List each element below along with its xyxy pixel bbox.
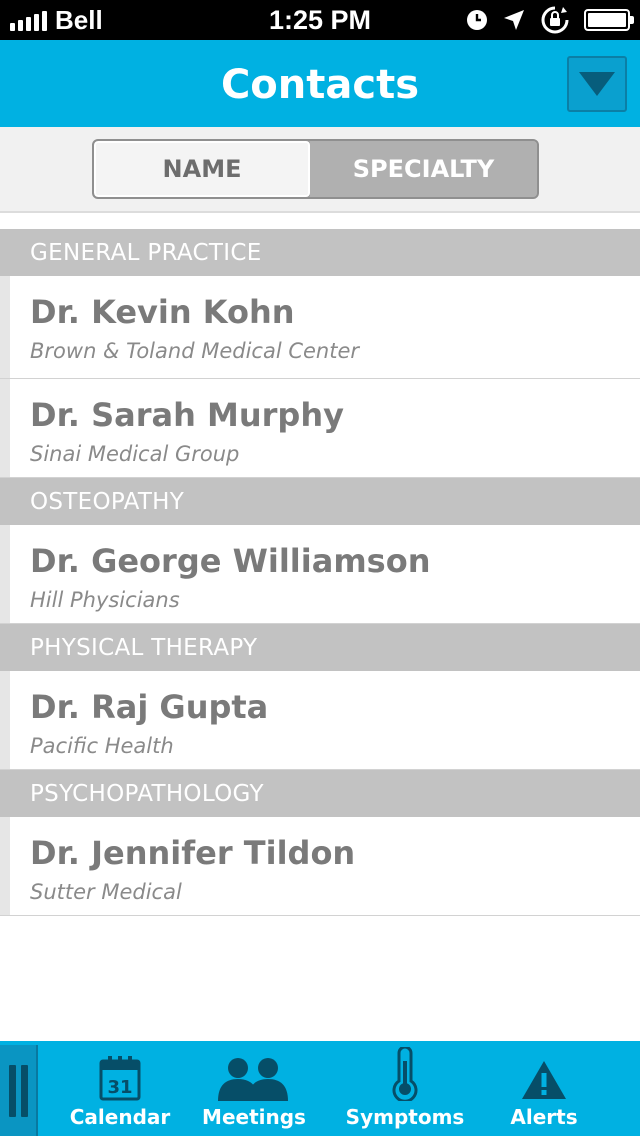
tab-bar: 31 Calendar Meetings Symptoms Alerts	[0, 1041, 640, 1136]
sort-segmented-control: NAME SPECIALTY	[92, 139, 539, 199]
clock-icon	[467, 10, 487, 30]
contact-name: Dr. Raj Gupta	[30, 688, 269, 726]
dropdown-triangle-icon	[579, 72, 615, 96]
tab-label: Meetings	[202, 1105, 306, 1129]
location-arrow-icon	[504, 10, 524, 30]
nav-bar: Contacts	[0, 40, 640, 127]
page-title: Contacts	[220, 62, 420, 108]
contact-row[interactable]: Dr. Kevin Kohn Brown & Toland Medical Ce…	[0, 276, 640, 379]
contact-row[interactable]: Dr. Sarah Murphy Sinai Medical Group	[0, 379, 640, 478]
contact-name: Dr. Kevin Kohn	[30, 293, 295, 331]
rotation-lock-icon	[541, 6, 569, 34]
tab-calendar[interactable]: 31 Calendar	[68, 1041, 172, 1136]
thermometer-icon	[392, 1047, 418, 1101]
contact-organization: Hill Physicians	[30, 588, 180, 612]
tab-alerts[interactable]: Alerts	[500, 1041, 588, 1136]
battery-icon	[584, 9, 634, 31]
section-header: OSTEOPATHY	[0, 478, 640, 525]
tab-symptoms[interactable]: Symptoms	[345, 1041, 465, 1136]
contact-organization: Pacific Health	[30, 734, 174, 758]
tab-label: Symptoms	[345, 1105, 465, 1129]
tab-label: Alerts	[510, 1105, 578, 1129]
warning-icon	[522, 1061, 566, 1099]
sort-toolbar: NAME SPECIALTY	[0, 127, 640, 213]
segment-name[interactable]: NAME	[94, 141, 310, 197]
status-right	[466, 0, 634, 40]
contact-organization: Sinai Medical Group	[30, 442, 240, 466]
contacts-list: GENERAL PRACTICE Dr. Kevin Kohn Brown & …	[0, 229, 640, 916]
segment-specialty[interactable]: SPECIALTY	[310, 141, 537, 197]
calendar-icon: 31	[99, 1056, 141, 1101]
contact-row[interactable]: Dr. Raj Gupta Pacific Health	[0, 671, 640, 770]
tab-label: Calendar	[69, 1105, 171, 1129]
contact-row[interactable]: Dr. George Williamson Hill Physicians	[0, 525, 640, 624]
contact-name: Dr. Jennifer Tildon	[30, 834, 356, 872]
section-header: GENERAL PRACTICE	[0, 229, 640, 276]
status-bar: Bell 1:25 PM	[0, 0, 640, 40]
drawer-handle[interactable]	[0, 1045, 38, 1136]
contact-organization: Sutter Medical	[30, 880, 182, 904]
calendar-icon-day: 31	[107, 1077, 132, 1098]
section-header: PSYCHOPATHOLOGY	[0, 770, 640, 817]
section-header: PHYSICAL THERAPY	[0, 624, 640, 671]
contact-organization: Brown & Toland Medical Center	[30, 339, 360, 363]
tab-meetings[interactable]: Meetings	[202, 1041, 306, 1136]
contact-name: Dr. Sarah Murphy	[30, 396, 344, 434]
people-icon	[218, 1058, 288, 1101]
contact-row[interactable]: Dr. Jennifer Tildon Sutter Medical	[0, 817, 640, 916]
contact-name: Dr. George Williamson	[30, 542, 431, 580]
dropdown-menu-button[interactable]	[567, 56, 627, 112]
